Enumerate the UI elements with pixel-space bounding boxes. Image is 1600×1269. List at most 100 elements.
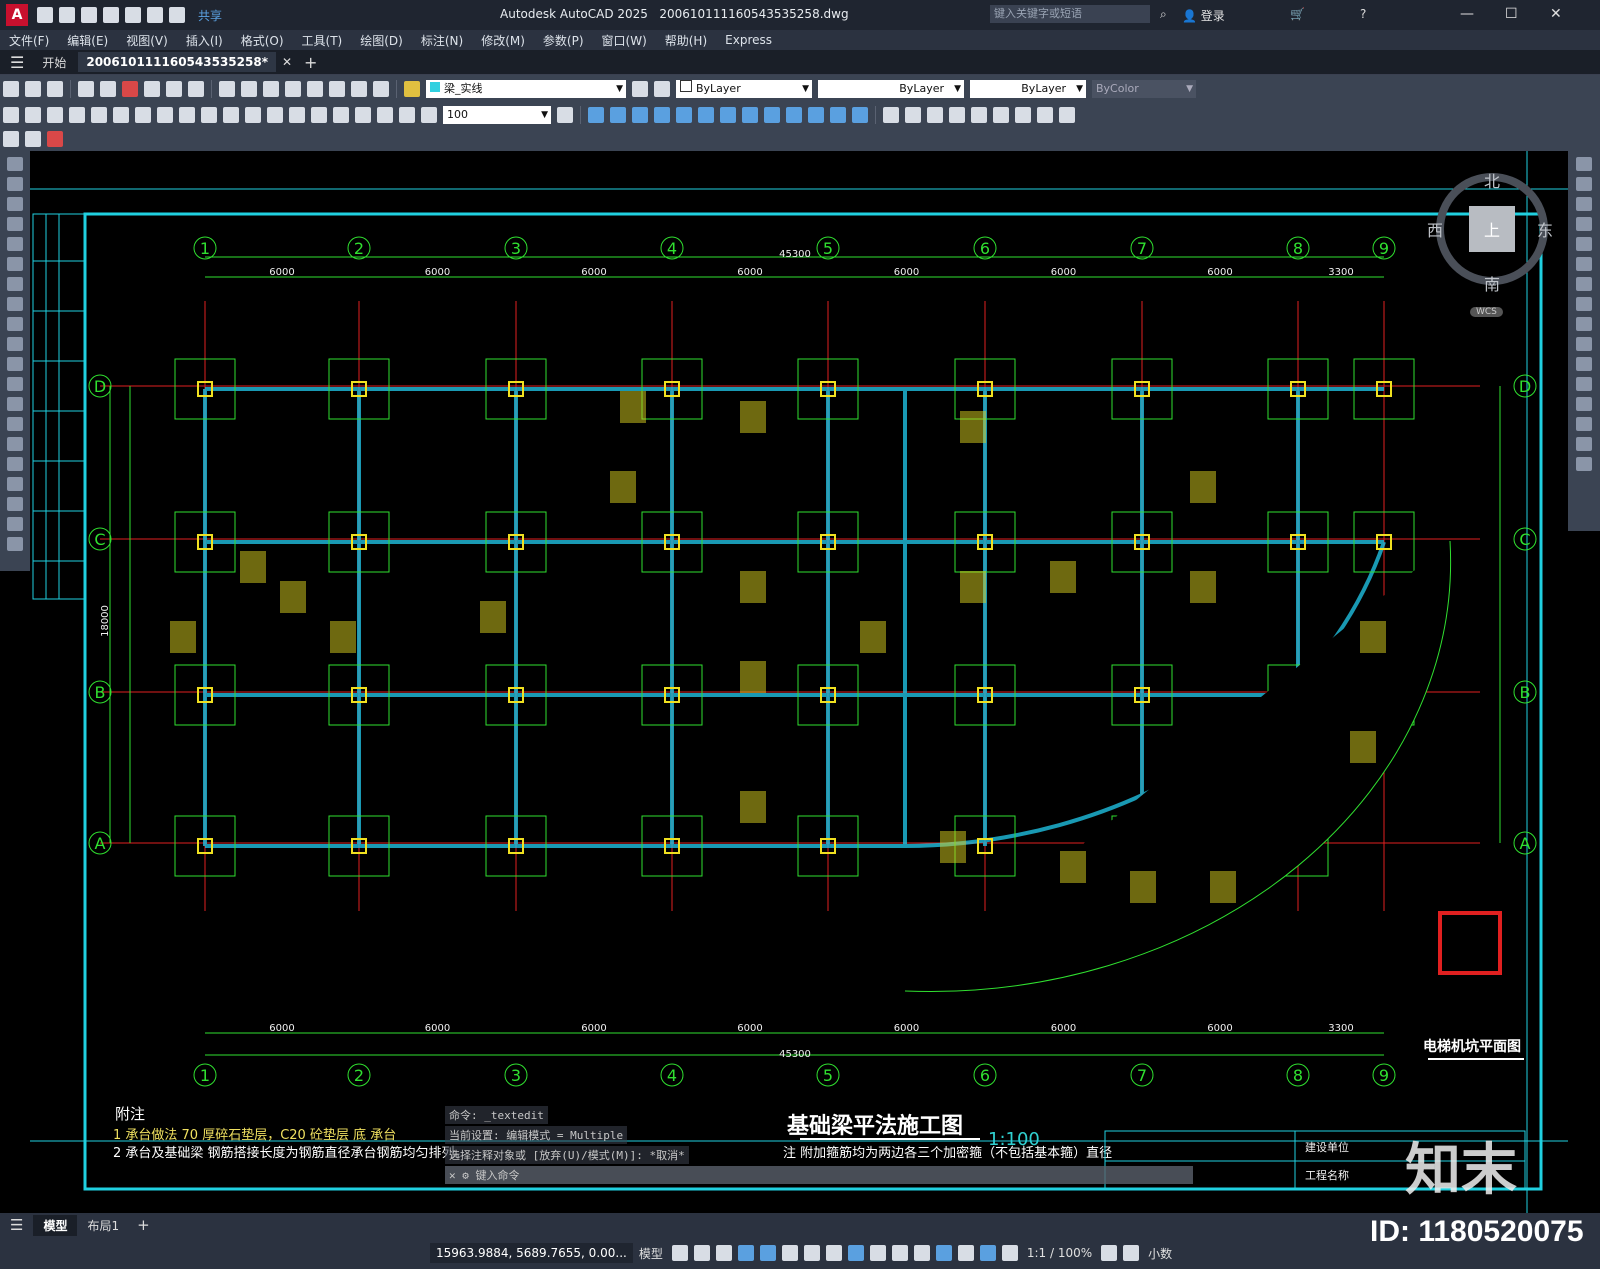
- menu-express[interactable]: Express: [716, 33, 781, 47]
- view-se-icon[interactable]: [1037, 106, 1053, 123]
- viewcube-north[interactable]: 北: [1484, 168, 1500, 192]
- menu-window[interactable]: 窗口(W): [593, 32, 656, 49]
- redo-icon[interactable]: [169, 7, 185, 23]
- view-bottom-icon[interactable]: [905, 106, 921, 123]
- coordinates-readout[interactable]: 15963.9884, 5689.7655, 0.00...: [430, 1243, 633, 1263]
- ortho-icon[interactable]: [759, 1245, 776, 1261]
- object-snap-icon[interactable]: [847, 1245, 864, 1261]
- viewcube[interactable]: 北 南 西 东 上 WCS: [1427, 168, 1553, 321]
- tab-model[interactable]: 模型: [33, 1214, 78, 1236]
- ucs-object-icon[interactable]: [676, 106, 692, 123]
- ucs-dynamic-icon[interactable]: [935, 1245, 952, 1261]
- ellipse-tool-icon[interactable]: [7, 337, 23, 351]
- menu-dimension[interactable]: 标注(N): [412, 32, 472, 49]
- point-tool-icon[interactable]: [7, 417, 23, 431]
- table-tool-icon[interactable]: [7, 497, 23, 511]
- quick-dim-icon[interactable]: [179, 106, 195, 123]
- ucs-zaxis-icon[interactable]: [742, 106, 758, 123]
- dim-diameter-icon[interactable]: [135, 106, 151, 123]
- viewcube-east[interactable]: 东: [1537, 217, 1553, 241]
- help-icon[interactable]: ?: [1360, 7, 1366, 21]
- extend-tool-icon[interactable]: [1576, 357, 1592, 371]
- dynamic-input-icon[interactable]: [737, 1245, 754, 1261]
- paste-icon[interactable]: [188, 80, 204, 97]
- menu-edit[interactable]: 编辑(E): [58, 32, 117, 49]
- snap-icon[interactable]: [693, 1245, 710, 1261]
- save-as-icon[interactable]: [103, 7, 119, 23]
- layer-dropdown[interactable]: 梁_实线 ▼: [426, 79, 626, 98]
- dim-ordinate-icon[interactable]: [69, 106, 85, 123]
- dim-baseline-icon[interactable]: [201, 106, 217, 123]
- dim-aligned-icon[interactable]: [25, 106, 41, 123]
- ucs-previous-icon[interactable]: [632, 106, 648, 123]
- rectangle-tool-icon[interactable]: [7, 237, 23, 251]
- dim-space-icon[interactable]: [245, 106, 261, 123]
- view-back-icon[interactable]: [993, 106, 1009, 123]
- cart-icon[interactable]: 🛒: [1290, 7, 1305, 21]
- menu-parameter[interactable]: 参数(P): [534, 32, 593, 49]
- xline-tool-icon[interactable]: [7, 177, 23, 191]
- explode-tool-icon[interactable]: [1576, 457, 1592, 471]
- ellipse-arc-tool-icon[interactable]: [7, 357, 23, 371]
- dim-break-icon[interactable]: [267, 106, 283, 123]
- view-left-icon[interactable]: [927, 106, 943, 123]
- menu-insert[interactable]: 插入(I): [177, 32, 232, 49]
- array-tool-icon[interactable]: [1576, 237, 1592, 251]
- dim-arc-icon[interactable]: [47, 106, 63, 123]
- arc-tool-icon[interactable]: [7, 257, 23, 271]
- object-snap-tracking-icon[interactable]: [825, 1245, 842, 1261]
- publish-icon[interactable]: [122, 80, 138, 97]
- preview-icon[interactable]: [100, 80, 116, 97]
- dim-text-edit-icon[interactable]: [399, 106, 415, 123]
- ucs-world-icon[interactable]: [610, 106, 626, 123]
- fillet-tool-icon[interactable]: [1576, 437, 1592, 451]
- break-tool-icon[interactable]: [1576, 377, 1592, 391]
- plotstyle-dropdown[interactable]: ByColor ▼: [1092, 79, 1196, 98]
- trim-tool-icon[interactable]: [1576, 337, 1592, 351]
- circle-tool-icon[interactable]: [7, 277, 23, 291]
- gradient-tool-icon[interactable]: [7, 457, 23, 471]
- wcs-menu[interactable]: WCS: [1470, 307, 1503, 317]
- dim-linear-icon[interactable]: [3, 106, 19, 123]
- ucs-icon[interactable]: [588, 106, 604, 123]
- gizmo-icon[interactable]: [957, 1245, 974, 1261]
- make-block-icon[interactable]: [7, 397, 23, 411]
- rotate-tool-icon[interactable]: [1576, 277, 1592, 291]
- hatch-tool-icon[interactable]: [7, 437, 23, 451]
- copy-icon[interactable]: [166, 80, 182, 97]
- pan-icon[interactable]: [219, 80, 235, 97]
- center-mark-icon[interactable]: [311, 106, 327, 123]
- jogged-linear-icon[interactable]: [355, 106, 371, 123]
- open-file-icon[interactable]: [59, 7, 75, 23]
- menu-file[interactable]: 文件(F): [0, 32, 58, 49]
- line-tool-icon[interactable]: [7, 157, 23, 171]
- zoom-window-icon[interactable]: [263, 80, 279, 97]
- hamburger-menu-icon[interactable]: ☰: [10, 53, 24, 72]
- search-input[interactable]: 键入关键字或短语: [990, 5, 1150, 23]
- transparency-icon[interactable]: [891, 1245, 908, 1261]
- polar-icon[interactable]: [781, 1245, 798, 1261]
- undo-icon[interactable]: [147, 7, 163, 23]
- scale-tool-icon[interactable]: [1576, 297, 1592, 311]
- calculator-icon[interactable]: [351, 80, 367, 97]
- spline-tool-icon[interactable]: [7, 317, 23, 331]
- qnew-icon[interactable]: [3, 80, 19, 97]
- lineweight-dropdown[interactable]: ByLayer ▼: [970, 79, 1086, 98]
- inspect-icon[interactable]: [333, 106, 349, 123]
- ucs-origin-icon[interactable]: [720, 106, 736, 123]
- layout-menu-icon[interactable]: ☰: [10, 1216, 23, 1234]
- menu-help[interactable]: 帮助(H): [656, 32, 716, 49]
- dim-update-icon[interactable]: [421, 106, 437, 123]
- color-dropdown[interactable]: ByLayer ▼: [676, 79, 812, 98]
- join-tool-icon[interactable]: [1576, 397, 1592, 411]
- offset-tool-icon[interactable]: [1576, 217, 1592, 231]
- copy-tool-icon[interactable]: [1576, 177, 1592, 191]
- dim-angular-icon[interactable]: [157, 106, 173, 123]
- share-button[interactable]: 共享: [198, 7, 222, 24]
- command-input[interactable]: ✕ ⚙ 键入命令: [445, 1166, 1193, 1184]
- view-ne-icon[interactable]: [1059, 106, 1075, 123]
- linetype-dropdown[interactable]: ByLayer ▼: [818, 79, 964, 98]
- menu-tools[interactable]: 工具(T): [293, 32, 352, 49]
- help-tb-icon[interactable]: [373, 80, 389, 97]
- layer-previous-icon[interactable]: [632, 80, 648, 97]
